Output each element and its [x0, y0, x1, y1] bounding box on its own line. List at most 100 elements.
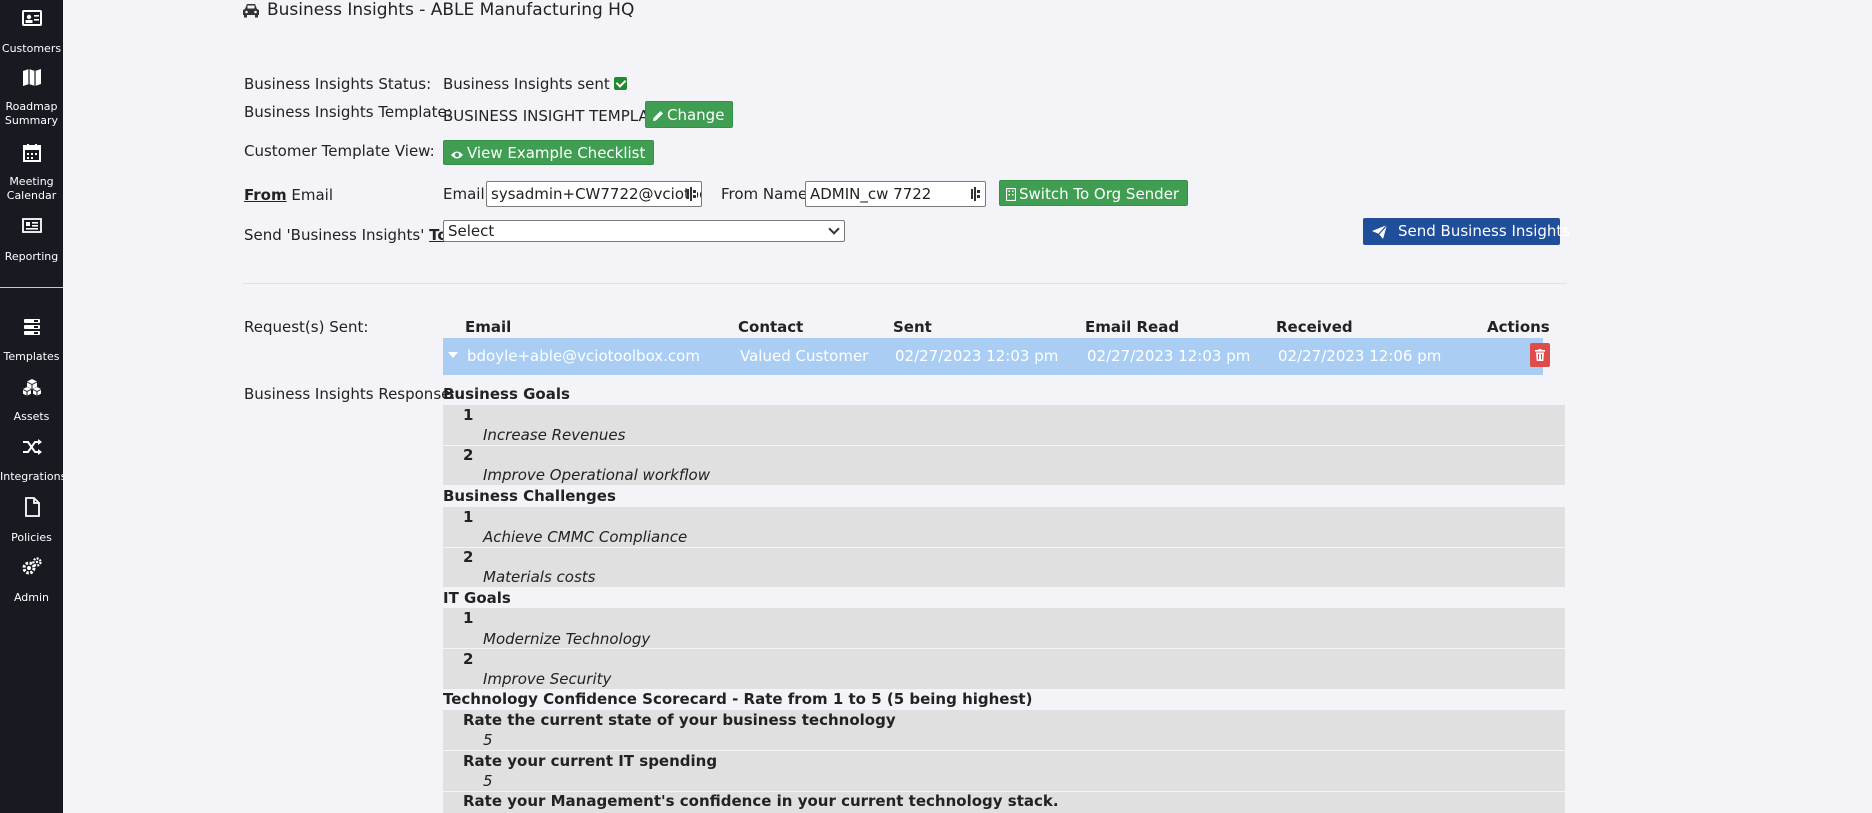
sidebar-item-templates[interactable]: Templates	[0, 317, 63, 364]
delete-button[interactable]	[1530, 343, 1550, 367]
sidebar-item-label: Admin	[13, 591, 50, 604]
sidebar-item-assets[interactable]: Assets	[0, 378, 63, 424]
from-name-field-value: ADMIN_cw 7722	[810, 185, 932, 203]
template-value: BUSINESS INSIGHT TEMPLATE	[443, 107, 667, 125]
view-example-checklist-button[interactable]: View Example Checklist	[443, 140, 655, 165]
section-title: Technology Confidence Scorecard - Rate f…	[443, 690, 1033, 708]
change-button[interactable]: Change	[645, 101, 734, 128]
car-icon	[243, 4, 259, 18]
trash-icon	[1535, 349, 1545, 361]
request-contact: Valued Customer	[740, 347, 869, 365]
switch-to-org-sender-label: Switch To Org Sender	[1019, 185, 1180, 203]
column-header-contact: Contact	[738, 318, 804, 336]
pencil-icon	[653, 111, 663, 121]
send-to-label-text: Send 'Business Insights'	[244, 226, 430, 244]
sidebar-item-integrations[interactable]: Integrations	[0, 437, 67, 484]
password-manager-icon[interactable]	[971, 187, 981, 201]
integrations-icon	[22, 439, 42, 455]
column-header-email-read: Email Read	[1085, 318, 1180, 336]
reporting-icon	[21, 218, 42, 233]
response-block: 1 Increase Revenues 2 Improve Operationa…	[443, 405, 1565, 485]
section-title: Business Goals	[443, 385, 570, 403]
send-business-insights-button[interactable]: Send Business Insights	[1363, 218, 1570, 245]
page-title-text: Business Insights - ABLE Manufacturing H…	[267, 0, 635, 20]
requests-sent-label: Request(s) Sent:	[244, 318, 369, 336]
from-name-field[interactable]: ADMIN_cw 7722	[805, 181, 986, 207]
request-received: 02/27/2023 12:06 pm	[1278, 347, 1442, 365]
item-answer: Materials costs	[483, 568, 596, 586]
from-label-bold: From	[244, 186, 287, 204]
sidebar-divider	[0, 287, 63, 288]
sidebar-item-roadmap-summary[interactable]: Roadmap Summary	[0, 67, 63, 128]
page-title: Business Insights - ABLE Manufacturing H…	[241, 0, 634, 20]
caret-down-icon[interactable]	[448, 352, 458, 358]
sidebar-item-reporting[interactable]: Reporting	[0, 216, 63, 264]
request-email-read: 02/27/2023 12:03 pm	[1087, 347, 1251, 365]
column-header-actions: Actions	[1487, 318, 1550, 336]
password-manager-icon[interactable]	[687, 187, 697, 201]
sidebar-item-label: Roadmap	[5, 100, 58, 113]
divider	[243, 283, 1567, 284]
email-field[interactable]: sysadmin+CW7722@vciotoolbox.com	[486, 181, 702, 207]
policies-icon	[24, 497, 40, 517]
item-number: 1	[463, 609, 474, 627]
scorecard-question: Rate your current IT spending	[463, 752, 718, 770]
switch-to-org-sender-button[interactable]: Switch To Org Sender	[999, 180, 1189, 206]
sidebar-item-label: Summary	[4, 114, 59, 127]
sidebar-item-meeting-calendar[interactable]: Meeting Calendar	[0, 143, 63, 203]
sidebar-item-customers[interactable]: Customers	[0, 8, 63, 56]
send-business-insights-label: Send Business Insights	[1398, 222, 1571, 240]
status-value: Business Insights sent	[443, 75, 627, 93]
section-title: Business Challenges	[443, 487, 616, 505]
sidebar-item-label: Customers	[1, 42, 62, 55]
admin-icon	[22, 557, 42, 575]
row-divider	[443, 547, 1565, 548]
from-name-label: From Name:	[721, 185, 813, 203]
column-header-email: Email	[465, 318, 512, 336]
sidebar-item-label: Calendar	[6, 189, 57, 202]
calendar-icon	[22, 144, 41, 162]
request-email: bdoyle+able@vciotoolbox.com	[467, 347, 700, 365]
paper-plane-icon	[1372, 225, 1387, 239]
view-example-checklist-label: View Example Checklist	[467, 144, 646, 162]
request-sent: 02/27/2023 12:03 pm	[895, 347, 1059, 365]
sidebar-item-label: Integrations	[0, 470, 67, 483]
email-label: Email:	[443, 185, 490, 203]
recipient-select[interactable]: Select	[443, 220, 845, 242]
sidebar-item-admin[interactable]: Admin	[0, 557, 63, 605]
item-answer: Improve Security	[483, 670, 612, 688]
recipient-select-value: Select	[448, 222, 495, 240]
eye-icon	[451, 151, 463, 159]
main-content: Business Insights - ABLE Manufacturing H…	[63, 0, 1872, 813]
template-view-label: Customer Template View:	[244, 142, 435, 160]
status-text: Business Insights sent	[443, 75, 610, 93]
check-icon	[613, 77, 627, 90]
item-number: 2	[463, 548, 474, 566]
sidebar-item-label: Templates	[3, 350, 60, 363]
sidebar-item-label: Assets	[13, 410, 50, 423]
from-email-label: From Email	[244, 186, 333, 204]
section-title: IT Goals	[443, 589, 511, 607]
row-divider	[443, 750, 1565, 751]
item-number: 1	[463, 406, 474, 424]
item-answer: Achieve CMMC Compliance	[483, 528, 688, 546]
status-label: Business Insights Status:	[244, 75, 432, 93]
response-block: 1 Modernize Technology 2 Improve Securit…	[443, 608, 1565, 689]
email-field-value: sysadmin+CW7722@vciotoolbox.com	[491, 185, 702, 203]
row-divider	[443, 648, 1565, 649]
scorecard-question: Rate the current state of your business …	[463, 711, 896, 729]
sidebar-item-policies[interactable]: Policies	[0, 497, 63, 545]
template-label: Business Insights Template:	[244, 103, 452, 121]
item-number: 2	[463, 446, 474, 464]
item-answer: Improve Operational workflow	[483, 466, 710, 484]
send-to-label: Send 'Business Insights' To	[244, 226, 448, 244]
item-answer: Modernize Technology	[483, 630, 651, 648]
scorecard-question: Rate your Management's confidence in you…	[463, 792, 1059, 810]
sidebar-item-label: Meeting	[9, 175, 54, 188]
column-header-sent: Sent	[893, 318, 932, 336]
item-number: 2	[463, 650, 474, 668]
item-answer: Increase Revenues	[483, 426, 626, 444]
scorecard-answer: 5	[483, 772, 493, 790]
response-block: 1 Achieve CMMC Compliance 2 Materials co…	[443, 507, 1565, 587]
table-row[interactable]: bdoyle+able@vciotoolbox.com Valued Custo…	[443, 338, 1550, 375]
